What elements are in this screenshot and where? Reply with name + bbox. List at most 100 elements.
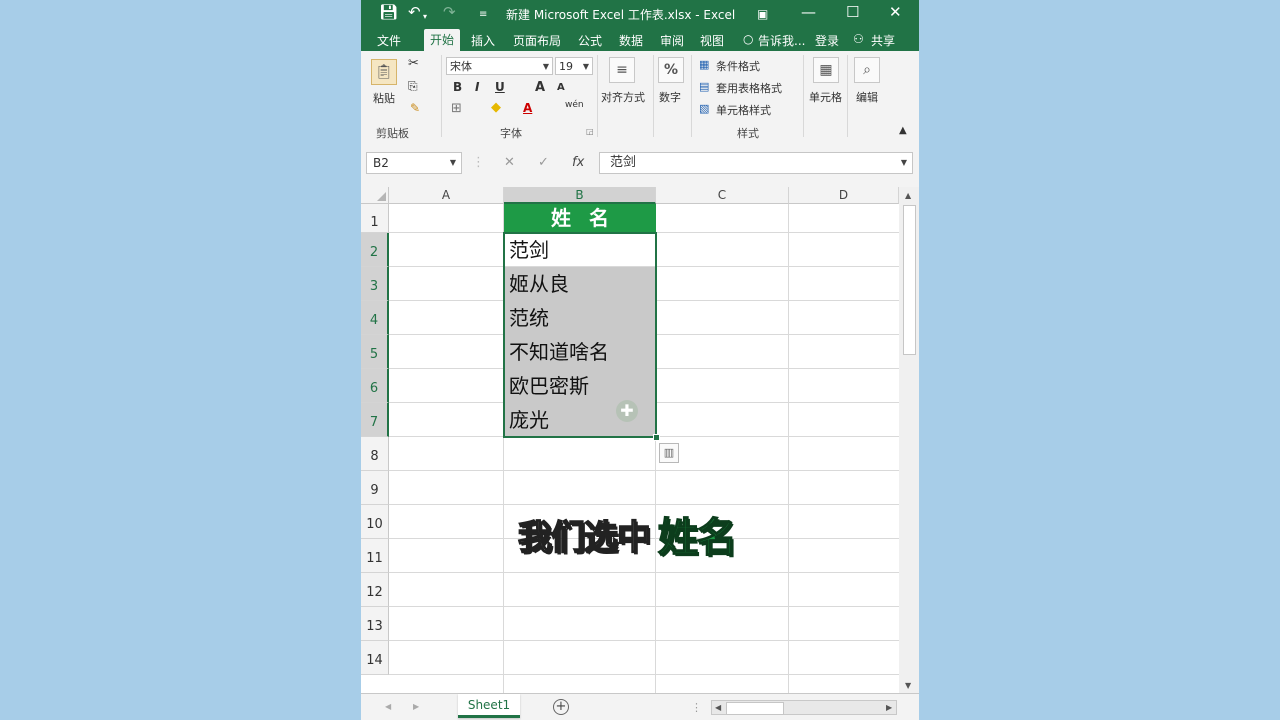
separator [653,55,654,137]
column-header-c[interactable]: C [656,187,789,204]
phonetic-button[interactable]: wén [565,100,584,110]
underline-button[interactable]: U [495,80,505,94]
ribbon-display-icon[interactable]: ▣ [757,5,768,23]
sheet-tab-bar: ◀ ▶ Sheet1 + ⋮ ◀ ▶ [361,693,919,720]
tab-home[interactable]: 开始 [424,29,461,51]
shrink-font-button[interactable]: A [557,82,565,93]
cell-b1[interactable]: 姓名 [504,204,656,233]
cut-icon[interactable]: ✂ [408,56,419,71]
font-size-select[interactable]: 19 ▼ [555,57,593,75]
add-sheet-icon[interactable]: + [553,699,569,715]
share-button[interactable]: 共享 [871,32,895,49]
format-painter-icon[interactable]: ✎ [410,101,420,115]
number-format-button[interactable]: 数字 [659,89,681,105]
sign-in-link[interactable]: 登录 [815,32,839,49]
row-header-5[interactable]: 5 [361,335,389,369]
row-header-11[interactable]: 11 [361,539,389,573]
row-header-10[interactable]: 10 [361,505,389,539]
tab-view[interactable]: 视图 [700,32,724,49]
grow-font-button[interactable]: A [535,80,545,95]
tell-me-search[interactable]: 告诉我... [758,32,805,49]
editing-button[interactable]: 编辑 [856,89,878,105]
font-group-label: 字体 [500,127,522,140]
cancel-icon[interactable]: ✕ [504,155,515,170]
name-box[interactable]: B2 ▼ [366,152,462,174]
cells-button[interactable]: 单元格 [809,89,842,105]
row-header-14[interactable]: 14 [361,641,389,675]
row-header-9[interactable]: 9 [361,471,389,505]
save-icon[interactable]: 💾︎ [379,3,398,21]
column-header-a[interactable]: A [389,187,504,204]
row-header-2[interactable]: 2 [361,233,389,267]
next-sheet-icon[interactable]: ▶ [413,702,419,711]
row-header-13[interactable]: 13 [361,607,389,641]
tab-data[interactable]: 数据 [619,32,643,49]
formula-input[interactable]: 范剑 ▼ [599,152,913,174]
scroll-left-icon[interactable]: ◀ [715,703,721,712]
collapse-ribbon-icon[interactable]: ▲ [899,125,907,136]
scroll-right-icon[interactable]: ▶ [886,703,892,712]
separator [597,55,598,137]
copy-icon[interactable]: ⎘ [408,79,418,94]
prev-sheet-icon[interactable]: ◀ [385,702,391,711]
format-as-table-button[interactable]: 套用表格格式 [716,80,782,96]
select-all-button[interactable] [361,187,389,204]
tab-review[interactable]: 审阅 [660,32,684,49]
row-header-8[interactable]: 8 [361,437,389,471]
bold-button[interactable]: B [453,80,462,94]
gridline [389,674,899,675]
close-button[interactable]: ✕ [889,3,902,21]
mouse-cursor-icon: ✚ [616,400,638,422]
font-color-button[interactable]: A [523,101,532,115]
conditional-formatting-button[interactable]: 条件格式 [716,58,760,74]
row-header-12[interactable]: 12 [361,573,389,607]
row-header-6[interactable]: 6 [361,369,389,403]
border-icon[interactable]: ⊞ [451,101,462,116]
maximize-button[interactable]: ☐ [846,3,859,21]
styles-group-label: 样式 [737,127,759,140]
undo-icon[interactable]: ↶ [408,3,421,21]
tab-page-layout[interactable]: 页面布局 [513,32,561,49]
fill-handle[interactable] [653,434,660,441]
align-icon[interactable]: ≡ [609,57,635,83]
row-header-7[interactable]: 7 [361,403,389,437]
quick-analysis-icon[interactable]: ▥ [659,443,679,463]
column-header-b[interactable]: B [504,187,656,204]
font-name-select[interactable]: 宋体 ▼ [446,57,553,75]
worksheet-grid[interactable]: A B C D 1 2 3 4 5 6 7 8 9 10 11 12 13 14… [361,187,899,693]
insert-function-icon[interactable]: fx [572,155,584,170]
undo-dropdown-icon[interactable]: ▾ [423,8,427,26]
cell-styles-icon: ▧ [699,102,710,115]
redo-icon[interactable]: ↷ [443,3,456,21]
italic-button[interactable]: I [475,80,479,94]
enter-icon[interactable]: ✓ [538,155,549,170]
row-header-3[interactable]: 3 [361,267,389,301]
cells-icon[interactable]: ▦ [813,57,839,83]
horizontal-scroll-thumb[interactable] [726,702,784,715]
tab-file[interactable]: 文件 [377,32,401,49]
fill-color-icon[interactable]: ◆ [491,100,501,115]
horizontal-scrollbar[interactable]: ◀ ▶ [711,700,897,715]
cell-styles-button[interactable]: 单元格样式 [716,102,771,118]
gridline [389,504,899,505]
vertical-scroll-thumb[interactable] [903,205,916,355]
row-header-1[interactable]: 1 [361,204,389,233]
more-icon: ⋮ [691,701,702,714]
tab-formulas[interactable]: 公式 [578,32,602,49]
row-header-4[interactable]: 4 [361,301,389,335]
paste-button[interactable]: 粘贴 [373,90,395,106]
column-header-d[interactable]: D [789,187,899,204]
find-icon[interactable]: ⌕ [854,57,880,83]
percent-icon[interactable]: % [658,57,684,83]
customize-quick-access-icon[interactable]: ≡ [479,6,487,24]
tab-insert[interactable]: 插入 [471,32,495,49]
font-dialog-launcher-icon[interactable]: ◲ [586,127,594,136]
minimize-button[interactable]: — [801,3,816,21]
paste-icon[interactable]: 📋︎ [371,59,397,85]
alignment-button[interactable]: 对齐方式 [601,89,645,105]
ribbon-tabs: 文件 开始 插入 页面布局 公式 数据 审阅 视图 ○ 告诉我... 登录 ⚇ … [361,26,919,51]
scroll-up-icon[interactable]: ▲ [905,191,911,200]
sheet-tab-sheet1[interactable]: Sheet1 [458,694,520,718]
vertical-scrollbar[interactable]: ▲ ▼ [899,187,919,693]
scroll-down-icon[interactable]: ▼ [905,681,911,690]
